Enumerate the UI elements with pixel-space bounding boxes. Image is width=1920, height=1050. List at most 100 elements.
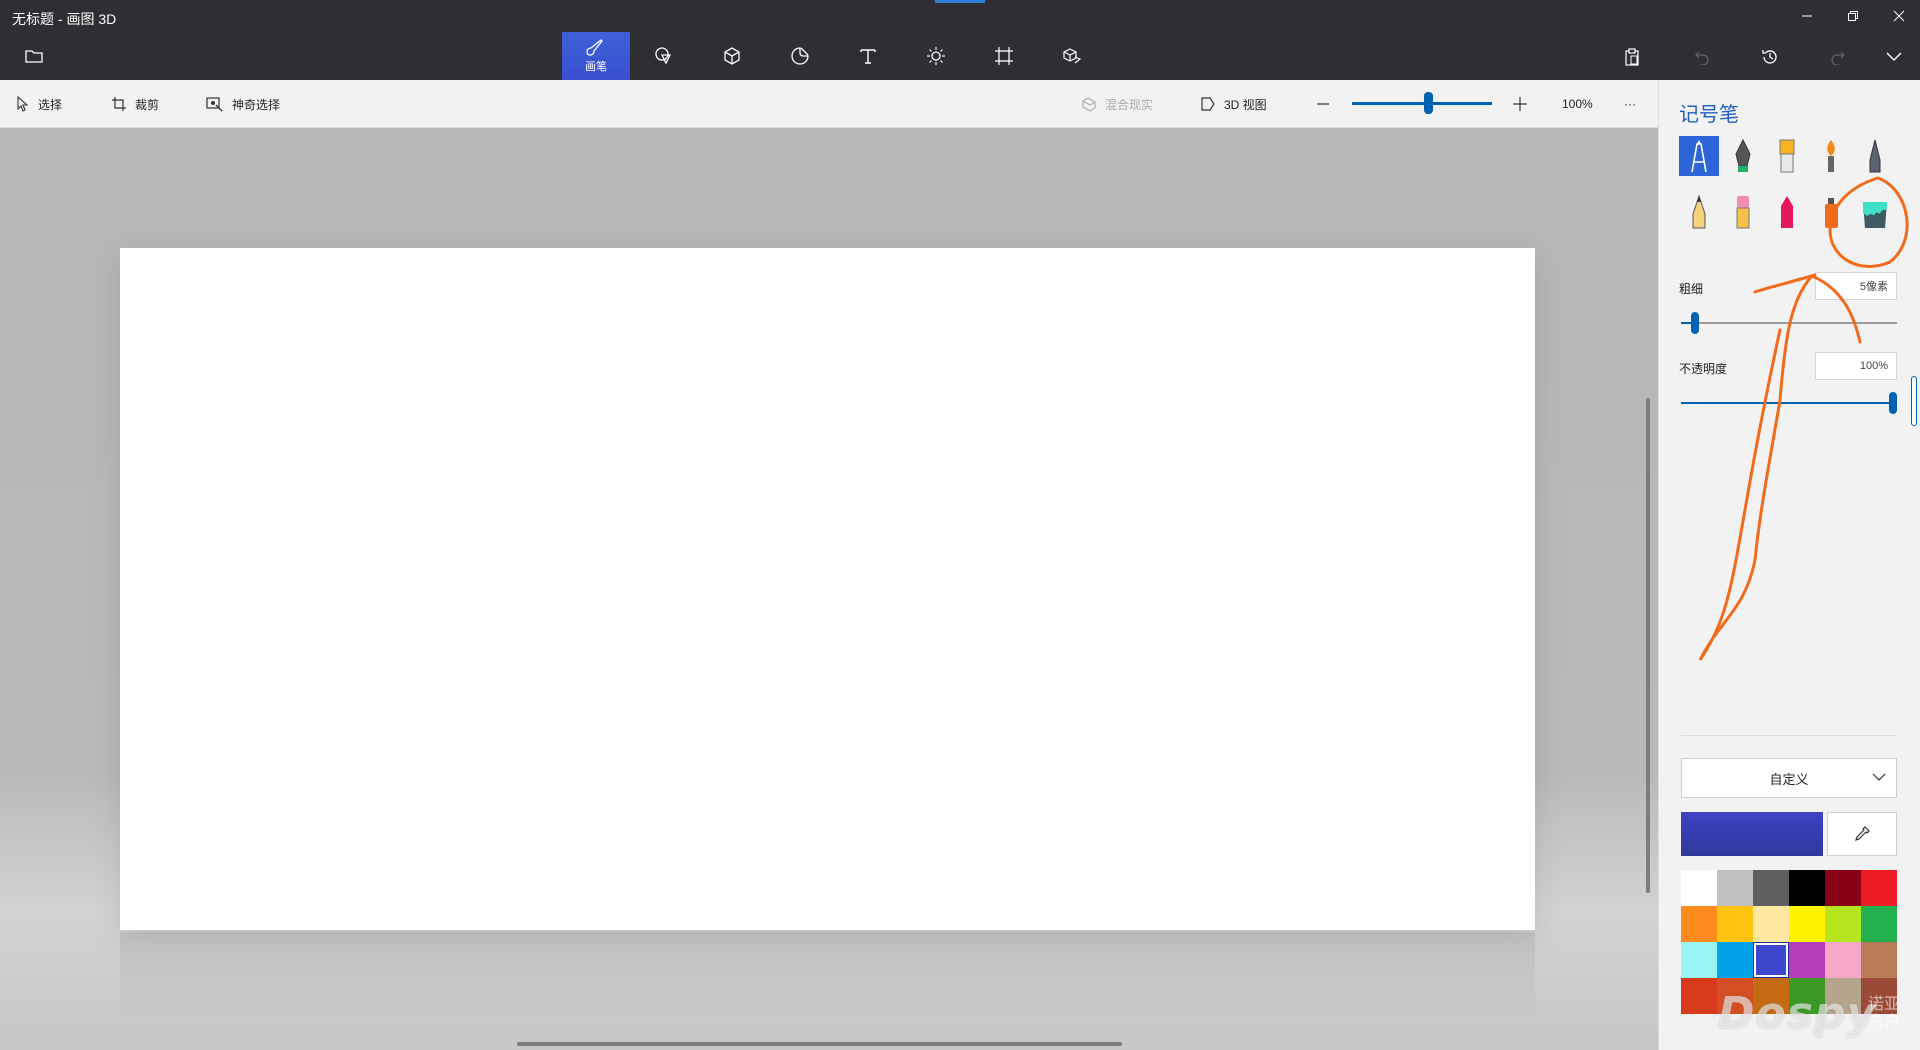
watermark-logo: Dospy (1718, 988, 1877, 1039)
color-swatch[interactable] (1717, 942, 1753, 978)
opacity-label: 不透明度 (1679, 362, 1728, 376)
zoom-slider-thumb[interactable] (1424, 92, 1433, 114)
crayon-icon (1781, 196, 1793, 228)
color-swatch[interactable] (1681, 870, 1717, 906)
3d-library-icon (1063, 48, 1082, 64)
color-swatch[interactable] (1753, 870, 1789, 906)
thickness-slider-thumb[interactable] (1691, 312, 1699, 334)
brush-pixel-pen[interactable] (1855, 136, 1895, 176)
panel-divider (1681, 735, 1897, 736)
magic-select-label: 神奇选择 (232, 97, 281, 112)
color-swatch[interactable] (1717, 906, 1753, 942)
eraser-icon (1736, 196, 1750, 229)
tab-brushes-label: 画笔 (585, 60, 607, 73)
color-swatch[interactable] (1789, 906, 1825, 942)
sticker-icon (791, 47, 809, 65)
window-title: 无标题 - 画图 3D (12, 11, 117, 27)
watermark-sub-line2: 方舟 (1868, 1014, 1901, 1031)
redo-icon (1831, 51, 1845, 65)
zoom-slider-track[interactable] (1352, 102, 1492, 105)
color-swatch[interactable] (1825, 942, 1861, 978)
title-accent (935, 0, 985, 3)
crop-button[interactable]: 裁剪 (111, 80, 159, 128)
select-label: 选择 (38, 97, 63, 112)
color-swatch[interactable] (1753, 906, 1789, 942)
text-icon (860, 49, 876, 64)
current-color-swatch[interactable] (1681, 812, 1823, 856)
brush-watercolor[interactable] (1811, 136, 1851, 176)
calligraphy-pen-icon (1735, 138, 1751, 172)
brush-crayon[interactable] (1767, 192, 1807, 232)
opacity-value[interactable]: 100% (1815, 352, 1897, 380)
undo-button[interactable] (1687, 44, 1717, 70)
color-swatch[interactable] (1825, 906, 1861, 942)
horizontal-scrollbar[interactable] (517, 1042, 1122, 1046)
color-swatch[interactable] (1789, 942, 1825, 978)
drawing-canvas[interactable] (120, 248, 1535, 930)
tab-text[interactable] (834, 32, 902, 80)
spray-can-icon (1825, 198, 1838, 228)
color-swatch[interactable] (1681, 942, 1717, 978)
brush-marker[interactable] (1679, 136, 1719, 176)
color-swatch[interactable] (1681, 978, 1717, 1014)
tab-effects[interactable] (902, 32, 970, 80)
opacity-slider-thumb[interactable] (1889, 392, 1897, 414)
canvas-crop-icon (995, 47, 1013, 65)
panel-title: 记号笔 (1679, 104, 1739, 126)
minimize-button[interactable] (1784, 0, 1830, 32)
palette-dropdown-label: 自定义 (1769, 771, 1809, 787)
more-button[interactable]: ··· (1624, 80, 1636, 128)
tab-3d-library[interactable] (1038, 32, 1106, 80)
thickness-value[interactable]: 5像素 (1815, 272, 1897, 300)
zoom-value-label: 100% (1562, 97, 1593, 111)
tab-3d-shapes[interactable] (698, 32, 766, 80)
select-button[interactable]: 选择 (16, 80, 62, 128)
canvas-workspace (0, 128, 1658, 1050)
tab-2d-shapes[interactable] (630, 32, 698, 80)
mixed-reality-icon (1082, 97, 1096, 112)
zoom-in-button[interactable] (1512, 80, 1528, 128)
zoom-out-button[interactable] (1316, 80, 1330, 128)
magic-select-button[interactable]: 神奇选择 (206, 80, 280, 128)
brush-pencil[interactable] (1679, 192, 1719, 232)
brush-spray-can[interactable] (1811, 192, 1851, 232)
restore-button[interactable] (1830, 0, 1876, 32)
thickness-slider-track[interactable] (1681, 322, 1897, 324)
eyedropper-button[interactable] (1827, 812, 1897, 856)
undo-icon (1695, 51, 1709, 65)
color-swatch[interactable] (1717, 870, 1753, 906)
vertical-scrollbar[interactable] (1646, 398, 1650, 893)
mixed-reality-button[interactable]: 混合现实 (1081, 80, 1153, 128)
brush-oil[interactable] (1767, 136, 1807, 176)
tab-brushes[interactable]: 画笔 (562, 32, 630, 80)
palette-dropdown[interactable]: 自定义 (1681, 758, 1897, 798)
magic-select-icon (206, 97, 223, 112)
view-3d-button[interactable]: 3D 视图 (1200, 80, 1267, 128)
tab-canvas[interactable] (970, 32, 1038, 80)
color-swatch[interactable] (1861, 870, 1897, 906)
color-swatch[interactable] (1789, 870, 1825, 906)
brush-calligraphy-pen[interactable] (1723, 136, 1763, 176)
cube-icon (724, 47, 740, 65)
menu-button[interactable] (18, 44, 50, 68)
restore-icon (1848, 11, 1858, 21)
brush-eraser[interactable] (1723, 192, 1763, 232)
redo-button[interactable] (1823, 44, 1853, 70)
paste-button[interactable] (1617, 44, 1647, 70)
close-button[interactable] (1876, 0, 1920, 32)
panel-scrollbar[interactable] (1911, 376, 1917, 426)
history-button[interactable] (1755, 44, 1785, 70)
view-3d-icon (1201, 97, 1215, 111)
color-swatch[interactable] (1861, 906, 1897, 942)
close-icon (1893, 10, 1905, 22)
color-swatch[interactable] (1825, 870, 1861, 906)
color-swatch[interactable] (1861, 942, 1897, 978)
color-swatch[interactable] (1681, 906, 1717, 942)
watercolor-icon (1827, 140, 1835, 172)
marker-icon (1691, 140, 1707, 173)
brush-fill-bucket[interactable] (1855, 192, 1895, 232)
tab-stickers[interactable] (766, 32, 834, 80)
expand-button[interactable] (1879, 44, 1909, 70)
eyedropper-icon (1855, 826, 1870, 841)
color-swatch[interactable] (1753, 942, 1789, 978)
